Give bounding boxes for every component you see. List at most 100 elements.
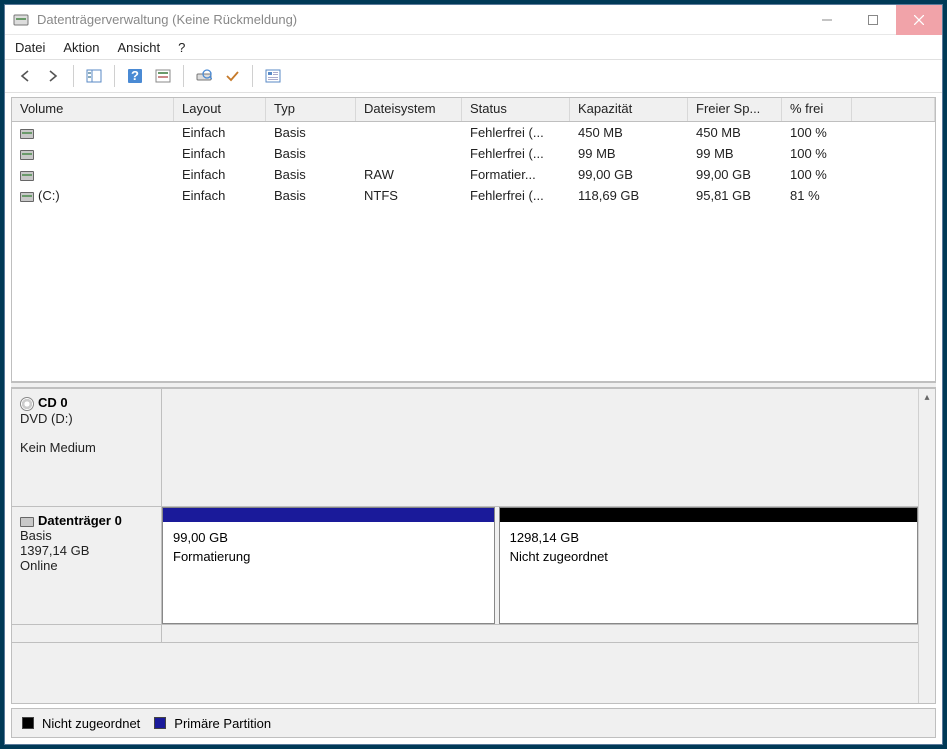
refresh-button[interactable] (151, 64, 175, 88)
disk-type: Basis (20, 528, 153, 543)
menu-aktion[interactable]: Aktion (63, 40, 99, 55)
volume-icon (20, 150, 34, 160)
disk-drive-letter: DVD (D:) (20, 411, 153, 426)
volume-list-header: Volume Layout Typ Dateisystem Status Kap… (12, 98, 935, 122)
disk-size: 1397,14 GB (20, 543, 153, 558)
cell-status: Fehlerfrei (... (462, 146, 570, 161)
show-hide-console-tree-button[interactable] (82, 64, 106, 88)
toolbar: ? (5, 59, 942, 93)
cell-kapazitaet: 99,00 GB (570, 167, 688, 182)
column-prozent-frei[interactable]: % frei (782, 98, 852, 121)
cd-icon (20, 397, 34, 411)
legend-swatch-primary (154, 717, 166, 729)
column-kapazitaet[interactable]: Kapazität (570, 98, 688, 121)
disk-row-spacer (12, 625, 918, 643)
menu-datei[interactable]: Datei (15, 40, 45, 55)
partition-stripe (500, 508, 917, 522)
cell-layout: Einfach (174, 125, 266, 140)
volume-name: (C:) (38, 188, 60, 203)
volume-row[interactable]: (C:) EinfachBasisNTFSFehlerfrei (...118,6… (12, 185, 935, 206)
cell-status: Fehlerfrei (... (462, 125, 570, 140)
cell-prozent-frei: 100 % (782, 125, 852, 140)
close-button[interactable] (896, 5, 942, 35)
cell-layout: Einfach (174, 146, 266, 161)
menu-ansicht[interactable]: Ansicht (118, 40, 161, 55)
back-button[interactable] (13, 64, 37, 88)
cell-prozent-frei: 81 % (782, 188, 852, 203)
apply-button[interactable] (220, 64, 244, 88)
partition-status: Nicht zugeordnet (500, 549, 917, 568)
column-typ[interactable]: Typ (266, 98, 356, 121)
partition-size: 99,00 GB (163, 522, 494, 549)
cell-typ: Basis (266, 125, 356, 140)
column-dateisystem[interactable]: Dateisystem (356, 98, 462, 121)
maximize-button[interactable] (850, 5, 896, 35)
settings-button[interactable] (261, 64, 285, 88)
legend-label-primary: Primäre Partition (174, 716, 271, 731)
partition-unallocated[interactable]: 1298,14 GB Nicht zugeordnet (499, 507, 918, 624)
cell-status: Formatier... (462, 167, 570, 182)
volume-icon (20, 171, 34, 181)
menu-hilfe[interactable]: ? (178, 40, 185, 55)
column-status[interactable]: Status (462, 98, 570, 121)
column-spacer (852, 98, 935, 121)
cell-typ: Basis (266, 167, 356, 182)
volume-icon (20, 129, 34, 139)
vertical-scrollbar[interactable]: ▴ (918, 389, 935, 703)
cell-layout: Einfach (174, 188, 266, 203)
legend-label-unallocated: Nicht zugeordnet (42, 716, 140, 731)
cell-kapazitaet: 99 MB (570, 146, 688, 161)
column-volume[interactable]: Volume (12, 98, 174, 121)
cell-kapazitaet: 118,69 GB (570, 188, 688, 203)
column-layout[interactable]: Layout (174, 98, 266, 121)
disk-row-cd0[interactable]: CD 0 DVD (D:) Kein Medium (12, 389, 918, 507)
scroll-up-icon[interactable]: ▴ (919, 389, 935, 406)
disk-management-window: Datenträgerverwaltung (Keine Rückmeldung… (4, 4, 943, 745)
disk-partitions-cd0 (162, 389, 918, 506)
partition-status: Formatierung (163, 549, 494, 568)
cell-freier-speicher: 99 MB (688, 146, 782, 161)
toolbar-separator (183, 65, 184, 87)
disk-label-cd0: CD 0 DVD (D:) Kein Medium (12, 389, 162, 506)
titlebar[interactable]: Datenträgerverwaltung (Keine Rückmeldung… (5, 5, 942, 35)
volume-list-body: EinfachBasisFehlerfrei (...450 MB450 MB1… (12, 122, 935, 381)
minimize-button[interactable] (804, 5, 850, 35)
cell-freier-speicher: 95,81 GB (688, 188, 782, 203)
volume-row[interactable]: EinfachBasisRAWFormatier...99,00 GB99,00… (12, 164, 935, 185)
partition-stripe (163, 508, 494, 522)
cell-kapazitaet: 450 MB (570, 125, 688, 140)
disk-state: Kein Medium (20, 440, 153, 455)
disk-graphical-view: CD 0 DVD (D:) Kein Medium Datenträger 0 … (11, 388, 936, 704)
partition-size: 1298,14 GB (500, 522, 917, 549)
disk-title: CD 0 (38, 395, 68, 410)
forward-button[interactable] (41, 64, 65, 88)
cell-freier-speicher: 99,00 GB (688, 167, 782, 182)
cell-typ: Basis (266, 188, 356, 203)
cell-dateisystem: RAW (356, 167, 462, 182)
toolbar-separator (114, 65, 115, 87)
toolbar-separator (73, 65, 74, 87)
cell-typ: Basis (266, 146, 356, 161)
cell-prozent-frei: 100 % (782, 146, 852, 161)
svg-text:?: ? (131, 68, 139, 83)
volume-row[interactable]: EinfachBasisFehlerfrei (...450 MB450 MB1… (12, 122, 935, 143)
cell-layout: Einfach (174, 167, 266, 182)
disk-label-disk0: Datenträger 0 Basis 1397,14 GB Online (12, 507, 162, 624)
partition-primary[interactable]: 99,00 GB Formatierung (162, 507, 495, 624)
volume-list[interactable]: Volume Layout Typ Dateisystem Status Kap… (11, 97, 936, 382)
legend-swatch-unallocated (22, 717, 34, 729)
disk-partitions-disk0: 99,00 GB Formatierung 1298,14 GB Nicht z… (162, 507, 918, 624)
legend: Nicht zugeordnet Primäre Partition (11, 708, 936, 738)
cell-freier-speicher: 450 MB (688, 125, 782, 140)
help-button[interactable]: ? (123, 64, 147, 88)
rescan-disks-button[interactable] (192, 64, 216, 88)
hard-disk-icon (20, 517, 34, 527)
disk-title: Datenträger 0 (38, 513, 122, 528)
cell-dateisystem: NTFS (356, 188, 462, 203)
toolbar-separator (252, 65, 253, 87)
cell-status: Fehlerfrei (... (462, 188, 570, 203)
volume-row[interactable]: EinfachBasisFehlerfrei (...99 MB99 MB100… (12, 143, 935, 164)
cell-prozent-frei: 100 % (782, 167, 852, 182)
disk-row-disk0[interactable]: Datenträger 0 Basis 1397,14 GB Online 99… (12, 507, 918, 625)
column-freier-speicher[interactable]: Freier Sp... (688, 98, 782, 121)
